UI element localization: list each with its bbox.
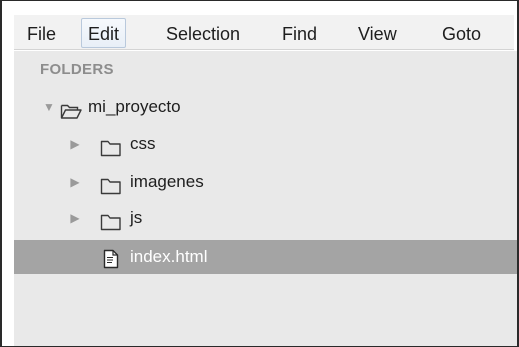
- folder-icon: [100, 136, 122, 157]
- menu-bar: File Edit Selection Find View Goto: [14, 14, 514, 50]
- tree-item-folder[interactable]: ▶ js: [14, 201, 517, 235]
- tree-item-label: js: [130, 208, 143, 227]
- tree-item-label: css: [130, 134, 156, 153]
- menu-find[interactable]: Find: [275, 18, 324, 48]
- menu-selection[interactable]: Selection: [159, 18, 247, 48]
- tree-item-label: mi_proyecto: [88, 97, 181, 116]
- file-icon: [102, 248, 124, 269]
- tree-item-folder[interactable]: ▶ css: [14, 127, 517, 161]
- folder-icon: [100, 174, 122, 195]
- tree-item-label: index.html: [130, 247, 208, 266]
- sidebar: FOLDERS ▼ mi_proyecto ▶ css ▶ imagenes ▶…: [14, 51, 517, 346]
- collapsed-arrow-icon[interactable]: ▶: [68, 165, 82, 199]
- tree-item-folder[interactable]: ▶ imagenes: [14, 165, 517, 199]
- collapsed-arrow-icon[interactable]: ▶: [68, 127, 82, 161]
- tree-item-file-selected[interactable]: index.html: [14, 240, 517, 274]
- sidebar-heading: FOLDERS: [40, 61, 114, 78]
- tree-item-label: imagenes: [130, 172, 204, 191]
- menu-goto[interactable]: Goto: [435, 18, 488, 48]
- menu-file[interactable]: File: [20, 18, 63, 48]
- menu-view[interactable]: View: [351, 18, 404, 48]
- expanded-arrow-icon[interactable]: ▼: [42, 90, 56, 124]
- folder-open-icon: [60, 99, 82, 119]
- tree-item-root-folder[interactable]: ▼ mi_proyecto: [14, 90, 517, 124]
- editor-window: File Edit Selection Find View Goto FOLDE…: [0, 0, 519, 347]
- collapsed-arrow-icon[interactable]: ▶: [68, 201, 82, 235]
- menu-edit[interactable]: Edit: [81, 18, 127, 48]
- folder-icon: [100, 210, 122, 231]
